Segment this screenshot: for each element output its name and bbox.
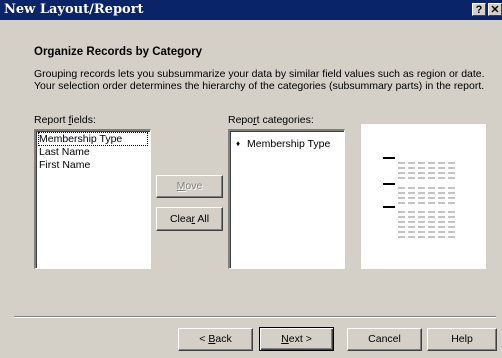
move-button[interactable]: Move — [156, 175, 223, 198]
report-fields-label: Report fields: — [34, 114, 96, 126]
list-item[interactable]: ♦ Membership Type — [236, 138, 330, 151]
list-item[interactable]: Membership Type — [38, 132, 148, 146]
clear-all-button[interactable]: Clear All — [156, 207, 223, 231]
window-title: New Layout/Report — [4, 2, 144, 17]
close-icon: ✕ — [490, 4, 500, 16]
question-mark-icon: ? — [475, 4, 483, 16]
list-item[interactable]: Last Name — [39, 146, 90, 158]
list-item[interactable]: First Name — [39, 159, 90, 171]
category-label: Membership Type — [247, 138, 331, 150]
report-categories-list[interactable]: ♦ Membership Type — [228, 129, 345, 269]
diamond-bullet-icon: ♦ — [236, 139, 241, 148]
report-layout-preview-icon — [383, 157, 456, 238]
back-button[interactable]: < Back — [178, 328, 253, 351]
help-title-button[interactable]: ? — [472, 3, 486, 16]
report-layout-preview — [361, 124, 486, 269]
description-text: Grouping records lets you subsummarize y… — [34, 68, 485, 92]
footer-divider — [14, 316, 496, 318]
report-fields-list[interactable]: Membership Type Last Name First Name — [34, 129, 151, 269]
help-button[interactable]: Help — [427, 328, 497, 351]
next-button[interactable]: Next > — [259, 327, 334, 351]
title-bar: New Layout/Report ? ✕ — [0, 0, 502, 20]
page-heading: Organize Records by Category — [34, 46, 203, 58]
close-button[interactable]: ✕ — [488, 3, 502, 16]
new-layout-report-dialog: New Layout/Report ? ✕ Organize Records b… — [0, 0, 502, 358]
report-categories-label: Report categories: — [228, 114, 314, 126]
cancel-button[interactable]: Cancel — [347, 328, 422, 351]
